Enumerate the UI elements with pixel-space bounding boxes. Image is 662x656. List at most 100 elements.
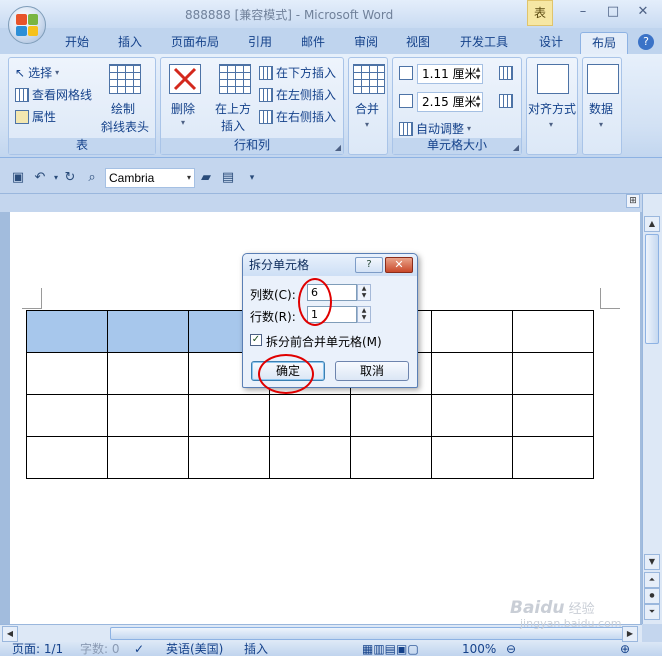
merge-before-split-checkbox[interactable]: ✓ xyxy=(250,334,262,346)
table-cell-selected[interactable] xyxy=(107,310,189,353)
tab-view[interactable]: 视图 xyxy=(398,32,438,54)
zoom-in-icon[interactable]: ⊕ xyxy=(620,642,630,656)
language-indicator[interactable]: 英语(美国) xyxy=(166,642,223,656)
distribute-columns-icon[interactable] xyxy=(499,94,513,108)
quick-print-icon[interactable]: ▤ xyxy=(220,170,236,186)
column-width-spinner[interactable]: ▲ ▼ xyxy=(473,94,483,110)
columns-input[interactable]: 6 xyxy=(307,284,357,301)
table-cell[interactable] xyxy=(431,352,513,395)
insert-left-button[interactable]: 在左侧插入 xyxy=(259,86,336,103)
tab-references[interactable]: 引用 xyxy=(240,32,280,54)
alignment-button[interactable]: 对齐方式 xyxy=(527,100,577,117)
previous-page-icon[interactable]: ⏶ xyxy=(644,572,660,588)
chevron-down-icon: ▾ xyxy=(181,118,186,127)
tab-developer[interactable]: 开发工具 xyxy=(452,32,516,54)
tab-insert[interactable]: 插入 xyxy=(110,32,150,54)
table-group: ↖ 选择 ▾ 查看网格线 属性 绘制 斜线表头 表 xyxy=(8,57,156,155)
word-count[interactable]: 字数: 0 xyxy=(80,642,120,656)
rows-input[interactable]: 1 xyxy=(307,306,357,323)
draw-diagonal-label-2[interactable]: 斜线表头 xyxy=(101,118,149,135)
office-button[interactable] xyxy=(8,6,46,44)
cancel-button[interactable]: 取消 xyxy=(335,361,409,381)
tab-design[interactable]: 设计 xyxy=(530,32,572,54)
font-name-select[interactable]: Cambria ▾ xyxy=(105,168,195,188)
table-cell[interactable] xyxy=(350,436,432,479)
rows-spinner[interactable]: ▲ ▼ xyxy=(357,306,371,323)
tab-mailings[interactable]: 邮件 xyxy=(292,32,334,54)
scroll-right-icon[interactable]: ▶ xyxy=(622,626,638,642)
ok-button[interactable]: 确定 xyxy=(251,361,325,381)
scroll-down-icon[interactable]: ▼ xyxy=(644,554,660,570)
table-cell[interactable] xyxy=(512,394,594,437)
view-ruler-icon[interactable]: ⊞ xyxy=(626,194,640,208)
merge-button[interactable]: 合并 xyxy=(355,100,379,117)
table-cell[interactable] xyxy=(188,436,270,479)
table-cell[interactable] xyxy=(188,394,270,437)
table-cell[interactable] xyxy=(26,436,108,479)
properties-button[interactable]: 属性 xyxy=(15,108,56,125)
minimize-button[interactable]: – xyxy=(570,3,596,23)
autofit-icon xyxy=(399,121,413,136)
dialog-launcher-icon[interactable]: ◢ xyxy=(335,143,341,152)
close-button[interactable]: ✕ xyxy=(630,3,656,23)
dialog-launcher-icon[interactable]: ◢ xyxy=(513,143,519,152)
table-cell[interactable] xyxy=(512,310,594,353)
next-page-icon[interactable]: ⏷ xyxy=(644,604,660,620)
insert-mode[interactable]: 插入 xyxy=(244,642,268,656)
dialog-help-button[interactable]: ? xyxy=(355,257,383,273)
distribute-rows-icon[interactable] xyxy=(499,66,513,80)
tab-review[interactable]: 审阅 xyxy=(346,32,386,54)
table-cell[interactable] xyxy=(107,436,189,479)
vertical-scrollbar[interactable]: ▲ ▼ ⏶ ● ⏷ xyxy=(642,194,662,624)
dialog-close-button[interactable]: ✕ xyxy=(385,257,413,273)
insert-right-button[interactable]: 在右侧插入 xyxy=(259,108,336,125)
autofit-button[interactable]: 自动调整 ▾ xyxy=(399,120,471,137)
table-cell-selected[interactable] xyxy=(26,310,108,353)
table-cell[interactable] xyxy=(107,352,189,395)
alignment-group: 对齐方式 ▾ xyxy=(526,57,578,155)
table-cell[interactable] xyxy=(269,394,351,437)
proofing-icon[interactable]: ✓ xyxy=(134,642,144,656)
insert-right-icon xyxy=(259,109,273,124)
save-icon[interactable]: ▣ xyxy=(10,170,26,186)
help-icon[interactable]: ? xyxy=(638,34,654,50)
insert-below-button[interactable]: 在下方插入 xyxy=(259,64,336,81)
table-cell[interactable] xyxy=(512,436,594,479)
table-cell[interactable] xyxy=(512,352,594,395)
table-cell[interactable] xyxy=(431,436,513,479)
page-count[interactable]: 页面: 1/1 xyxy=(12,642,63,656)
table-cell[interactable] xyxy=(26,394,108,437)
maximize-button[interactable]: □ xyxy=(600,3,626,23)
table-cell[interactable] xyxy=(431,310,513,353)
scroll-left-icon[interactable]: ◀ xyxy=(2,626,18,642)
table-cell[interactable] xyxy=(26,352,108,395)
zoom-level[interactable]: 100% xyxy=(462,642,496,656)
view-buttons[interactable]: ▦▥▤▣▢ xyxy=(362,642,419,656)
vertical-scroll-thumb[interactable] xyxy=(645,234,659,344)
table-cell[interactable] xyxy=(107,394,189,437)
table-cell[interactable] xyxy=(431,394,513,437)
table-cell[interactable] xyxy=(269,436,351,479)
redo-icon[interactable]: ↻ xyxy=(62,170,78,186)
insert-above-button[interactable]: 在上方 xyxy=(215,100,251,117)
draw-diagonal-label-1[interactable]: 绘制 xyxy=(111,100,135,117)
undo-icon[interactable]: ↶ xyxy=(32,170,48,186)
tab-home[interactable]: 开始 xyxy=(56,32,98,54)
columns-spinner[interactable]: ▲ ▼ xyxy=(357,284,371,301)
customize-toolbar-icon[interactable]: ▾ xyxy=(244,170,260,186)
zoom-out-icon[interactable]: ⊖ xyxy=(506,642,516,656)
view-gridlines-button[interactable]: 查看网格线 xyxy=(15,86,92,103)
row-height-spinner[interactable]: ▲ ▼ xyxy=(473,66,483,82)
margin-mark xyxy=(32,288,42,308)
tab-page-layout[interactable]: 页面布局 xyxy=(164,32,226,54)
scroll-up-icon[interactable]: ▲ xyxy=(644,216,660,232)
delete-button[interactable]: 删除 xyxy=(171,100,195,117)
open-folder-icon[interactable]: ▰ xyxy=(198,170,214,186)
select-browse-object-icon[interactable]: ● xyxy=(644,588,660,604)
select-button[interactable]: ↖ 选择 ▾ xyxy=(15,64,59,81)
tab-layout[interactable]: 布局 xyxy=(580,32,628,54)
table-cell[interactable] xyxy=(350,394,432,437)
data-button[interactable]: 数据 xyxy=(589,100,613,117)
print-preview-icon[interactable]: ⌕ xyxy=(84,170,100,186)
merge-before-split-label[interactable]: 拆分前合并单元格(M) xyxy=(266,333,382,350)
